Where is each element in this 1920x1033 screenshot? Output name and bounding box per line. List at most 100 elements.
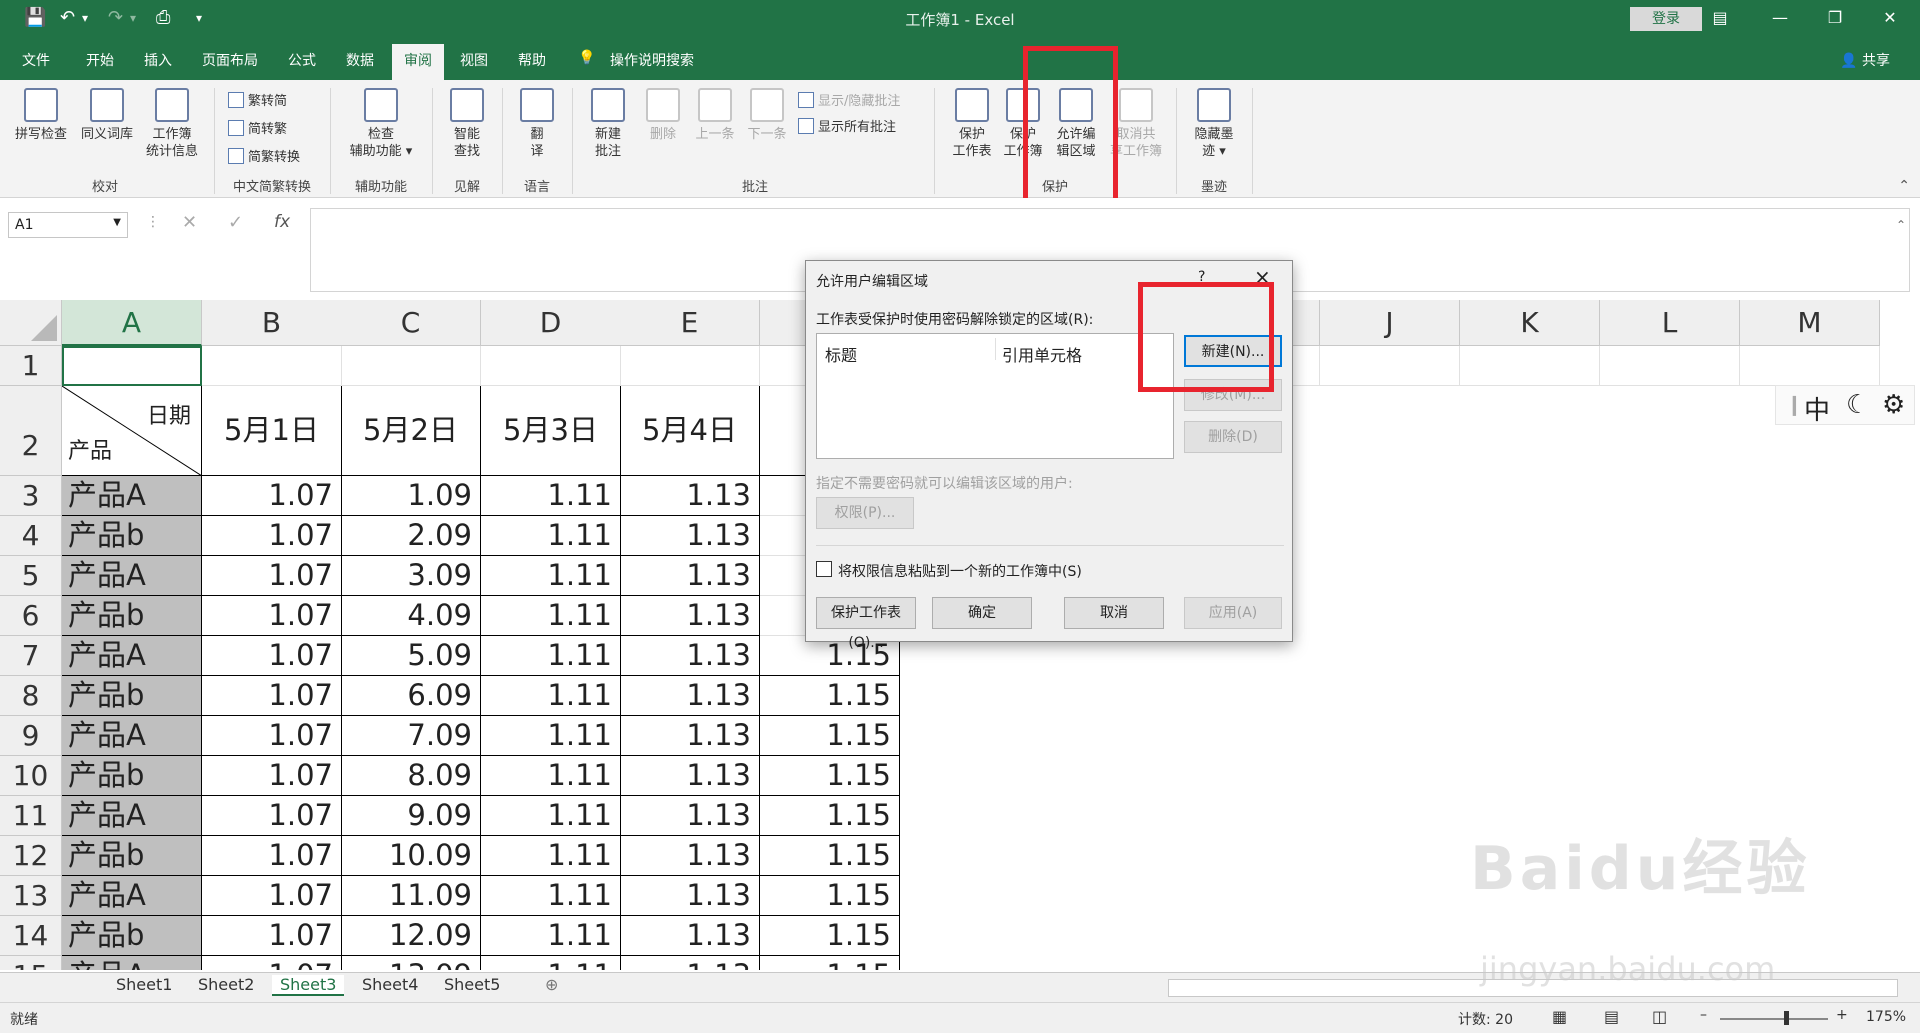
value-cell[interactable]: 1.07 <box>202 476 342 516</box>
cell-K1[interactable] <box>1460 346 1600 386</box>
product-cell[interactable]: 产品A <box>62 796 202 836</box>
product-cell[interactable]: 产品A <box>62 476 202 516</box>
value-cell[interactable]: 1.15 <box>760 756 900 796</box>
page-layout-view-icon[interactable]: ▤ <box>1604 1007 1619 1026</box>
row-header-5[interactable]: 5 <box>0 556 62 596</box>
value-cell[interactable]: 1.13 <box>620 636 760 676</box>
value-cell[interactable]: 1.11 <box>481 916 621 956</box>
value-cell[interactable]: 5.09 <box>341 636 481 676</box>
product-cell[interactable]: 产品b <box>62 836 202 876</box>
column-header-E[interactable]: E <box>620 300 760 346</box>
tab-help[interactable]: 帮助 <box>518 50 546 70</box>
sheet-tab-5[interactable]: Sheet5 <box>444 975 500 994</box>
close-window-icon[interactable]: ✕ <box>1870 4 1910 32</box>
date-header-3[interactable]: 5月3日 <box>481 386 621 476</box>
value-cell[interactable]: 1.07 <box>202 676 342 716</box>
value-cell[interactable]: 1.13 <box>620 556 760 596</box>
sheet-tab-1[interactable]: Sheet1 <box>116 975 172 994</box>
value-cell[interactable]: 1.11 <box>481 756 621 796</box>
value-cell[interactable]: 1.11 <box>481 836 621 876</box>
column-header-D[interactable]: D <box>481 300 621 346</box>
value-cell[interactable]: 1.15 <box>760 876 900 916</box>
value-cell[interactable]: 12.09 <box>341 916 481 956</box>
value-cell[interactable]: 1.11 <box>481 636 621 676</box>
t2s-button[interactable]: 繁转简 <box>228 90 287 109</box>
value-cell[interactable]: 8.09 <box>341 756 481 796</box>
value-cell[interactable]: 1.15 <box>760 836 900 876</box>
value-cell[interactable]: 1.07 <box>202 916 342 956</box>
select-all-corner[interactable] <box>0 300 62 346</box>
collapse-ribbon-icon[interactable]: ⌃ <box>1898 178 1910 194</box>
ranges-list[interactable]: 标题 引用单元格 <box>816 333 1174 459</box>
product-cell[interactable]: 产品A <box>62 876 202 916</box>
moon-icon[interactable]: ☾ <box>1846 390 1869 420</box>
value-cell[interactable]: 1.15 <box>760 716 900 756</box>
zoom-in-icon[interactable]: + <box>1836 1007 1848 1023</box>
value-cell[interactable]: 1.13 <box>620 676 760 716</box>
tab-file[interactable]: 文件 <box>22 50 50 70</box>
value-cell[interactable]: 3.09 <box>341 556 481 596</box>
row-header-4[interactable]: 4 <box>0 516 62 556</box>
zoom-level[interactable]: 175% <box>1866 1009 1906 1025</box>
add-sheet-icon[interactable]: ⊕ <box>545 975 558 994</box>
date-header-4[interactable]: 5月4日 <box>620 386 760 476</box>
sheet-tab-3[interactable]: Sheet3 <box>272 975 345 996</box>
date-header-1[interactable]: 5月1日 <box>202 386 342 476</box>
normal-view-icon[interactable]: ▦ <box>1552 1007 1567 1026</box>
column-header-L[interactable]: L <box>1600 300 1740 346</box>
cell-J1[interactable] <box>1320 346 1460 386</box>
restore-icon[interactable]: ❐ <box>1815 4 1855 32</box>
login-button[interactable]: 登录 <box>1630 7 1702 31</box>
check-accessibility-button[interactable]: 检查 辅助功能 ▾ <box>340 88 422 160</box>
value-cell[interactable]: 1.07 <box>202 956 342 970</box>
value-cell[interactable]: 1.13 <box>620 876 760 916</box>
tab-home[interactable]: 开始 <box>86 50 114 70</box>
s2t-button[interactable]: 简转繁 <box>228 118 287 137</box>
translate-button[interactable]: 翻译 <box>512 88 562 160</box>
product-cell[interactable]: 产品b <box>62 596 202 636</box>
row-header-14[interactable]: 14 <box>0 916 62 956</box>
value-cell[interactable]: 1.13 <box>620 516 760 556</box>
name-box-dropdown-icon[interactable]: ▼ <box>113 217 121 228</box>
value-cell[interactable]: 1.15 <box>760 796 900 836</box>
minimize-icon[interactable]: — <box>1760 4 1800 32</box>
tab-page-layout[interactable]: 页面布局 <box>202 50 258 70</box>
cell-E1[interactable] <box>620 346 760 386</box>
value-cell[interactable]: 1.09 <box>341 476 481 516</box>
value-cell[interactable]: 1.11 <box>481 556 621 596</box>
date-header-2[interactable]: 5月2日 <box>341 386 481 476</box>
value-cell[interactable]: 1.11 <box>481 676 621 716</box>
workbook-stats-button[interactable]: 工作簿 统计信息 <box>142 88 202 160</box>
row-header-7[interactable]: 7 <box>0 636 62 676</box>
value-cell[interactable]: 1.13 <box>620 476 760 516</box>
value-cell[interactable]: 10.09 <box>341 836 481 876</box>
share-button[interactable]: 👤 共享 <box>1840 50 1890 70</box>
row-header-6[interactable]: 6 <box>0 596 62 636</box>
row-header-11[interactable]: 11 <box>0 796 62 836</box>
value-cell[interactable]: 1.13 <box>620 716 760 756</box>
row-header-1[interactable]: 1 <box>0 346 62 386</box>
ok-button[interactable]: 确定 <box>932 597 1032 629</box>
value-cell[interactable]: 1.11 <box>481 476 621 516</box>
value-cell[interactable]: 1.11 <box>481 716 621 756</box>
gear-icon[interactable]: ⚙ <box>1882 390 1905 420</box>
row-header-15[interactable]: 15 <box>0 956 62 970</box>
cell-C1[interactable] <box>341 346 481 386</box>
protect-sheet-button[interactable]: 保护 工作表 <box>944 88 1000 160</box>
product-cell[interactable]: 产品b <box>62 756 202 796</box>
value-cell[interactable]: 1.07 <box>202 796 342 836</box>
value-cell[interactable]: 1.07 <box>202 516 342 556</box>
column-header-B[interactable]: B <box>202 300 342 346</box>
column-header-C[interactable]: C <box>341 300 481 346</box>
collapse-formula-bar-icon[interactable]: ⌃ <box>1896 218 1906 232</box>
product-cell[interactable]: 产品A <box>62 956 202 970</box>
thesaurus-button[interactable]: 同义词库 <box>76 88 138 143</box>
show-all-comments-button[interactable]: 显示所有批注 <box>798 116 896 135</box>
row-header-9[interactable]: 9 <box>0 716 62 756</box>
tab-data[interactable]: 数据 <box>346 50 374 70</box>
column-header-J[interactable]: J <box>1320 300 1460 346</box>
hide-ink-button[interactable]: 隐藏墨迹 ▾ <box>1186 88 1242 160</box>
tab-insert[interactable]: 插入 <box>144 50 172 70</box>
paste-permissions-checkbox[interactable] <box>816 561 832 577</box>
ime-mode[interactable]: 中 <box>1804 390 1830 427</box>
